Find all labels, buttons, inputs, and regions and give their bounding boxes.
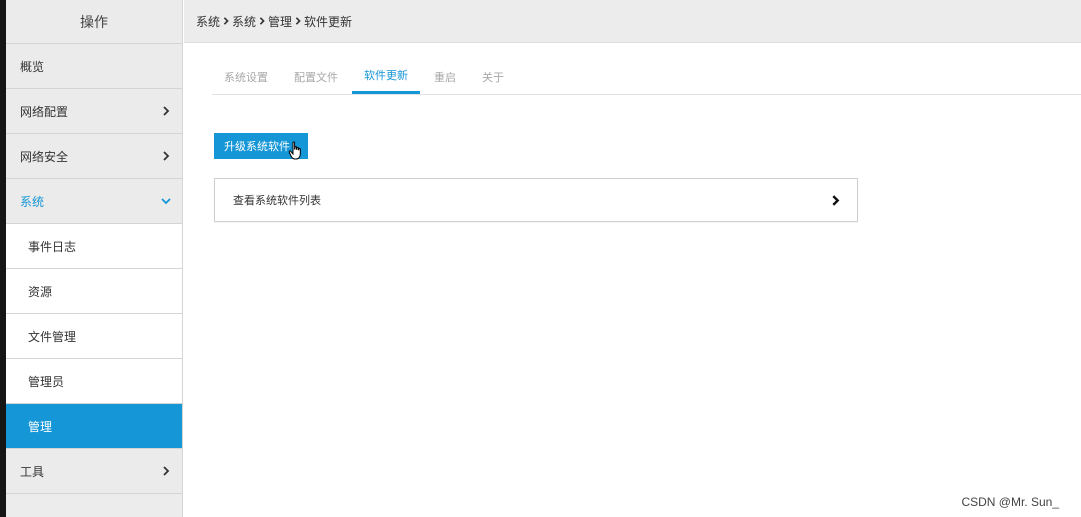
sidebar-item-label: 管理 bbox=[28, 419, 53, 434]
chevron-down-icon bbox=[160, 195, 172, 207]
sidebar-item-event-log[interactable]: 事件日志 bbox=[6, 224, 182, 269]
sidebar-item-label: 管理员 bbox=[28, 374, 65, 389]
breadcrumb-item[interactable]: 管理 bbox=[268, 13, 292, 30]
sidebar-item-overview[interactable]: 概览 bbox=[6, 44, 182, 89]
breadcrumb: 系统 系统 管理 软件更新 bbox=[184, 0, 1081, 43]
view-software-list-row[interactable]: 查看系统软件列表 bbox=[214, 178, 858, 222]
sidebar-item-administrators[interactable]: 管理员 bbox=[6, 359, 182, 404]
main-content: 系统设置 配置文件 软件更新 重启 关于 升级系统软件 查看系统软件列表 bbox=[184, 43, 1081, 517]
chevron-right-icon bbox=[829, 194, 841, 206]
breadcrumb-item[interactable]: 系统 bbox=[232, 13, 256, 30]
breadcrumb-separator-icon bbox=[294, 15, 302, 28]
tab-software-update[interactable]: 软件更新 bbox=[352, 59, 420, 94]
sidebar-item-label: 资源 bbox=[28, 284, 53, 299]
list-item-label: 查看系统软件列表 bbox=[233, 194, 321, 207]
sidebar-item-network-security[interactable]: 网络安全 bbox=[6, 134, 182, 179]
sidebar-item-label: 工具 bbox=[20, 464, 45, 479]
hand-cursor-icon bbox=[288, 141, 301, 160]
tab-config-file[interactable]: 配置文件 bbox=[282, 59, 350, 94]
chevron-right-icon bbox=[160, 105, 172, 117]
chevron-right-icon bbox=[160, 150, 172, 162]
tab-system-settings[interactable]: 系统设置 bbox=[212, 59, 280, 94]
sidebar-item-label: 文件管理 bbox=[28, 329, 77, 344]
tab-bar: 系统设置 配置文件 软件更新 重启 关于 bbox=[212, 59, 1081, 95]
sidebar-item-label: 网络安全 bbox=[20, 149, 69, 164]
sidebar-item-management[interactable]: 管理 bbox=[6, 404, 182, 449]
breadcrumb-current: 软件更新 bbox=[304, 14, 353, 29]
tab-restart[interactable]: 重启 bbox=[422, 59, 468, 94]
sidebar-header: 操作 bbox=[6, 0, 182, 44]
breadcrumb-item[interactable]: 系统 bbox=[196, 13, 220, 30]
chevron-right-icon bbox=[160, 465, 172, 477]
breadcrumb-separator-icon bbox=[222, 15, 230, 28]
sidebar-item-label: 网络配置 bbox=[20, 104, 69, 119]
tab-about[interactable]: 关于 bbox=[470, 59, 516, 94]
watermark: CSDN @Mr. Sun_ bbox=[961, 495, 1059, 509]
sidebar-item-system[interactable]: 系统 bbox=[6, 179, 182, 224]
sidebar-item-label: 系统 bbox=[20, 194, 45, 209]
sidebar-item-tools[interactable]: 工具 bbox=[6, 449, 182, 494]
sidebar-item-file-management[interactable]: 文件管理 bbox=[6, 314, 182, 359]
sidebar-item-resources[interactable]: 资源 bbox=[6, 269, 182, 314]
breadcrumb-separator-icon bbox=[258, 15, 266, 28]
sidebar-item-label: 概览 bbox=[20, 59, 45, 74]
sidebar-item-label: 事件日志 bbox=[28, 239, 77, 254]
sidebar-item-network-config[interactable]: 网络配置 bbox=[6, 89, 182, 134]
sidebar: 操作 概览 网络配置 网络安全 系统 事件日志 资源 文件管理 管理员 管理 工… bbox=[6, 0, 183, 517]
